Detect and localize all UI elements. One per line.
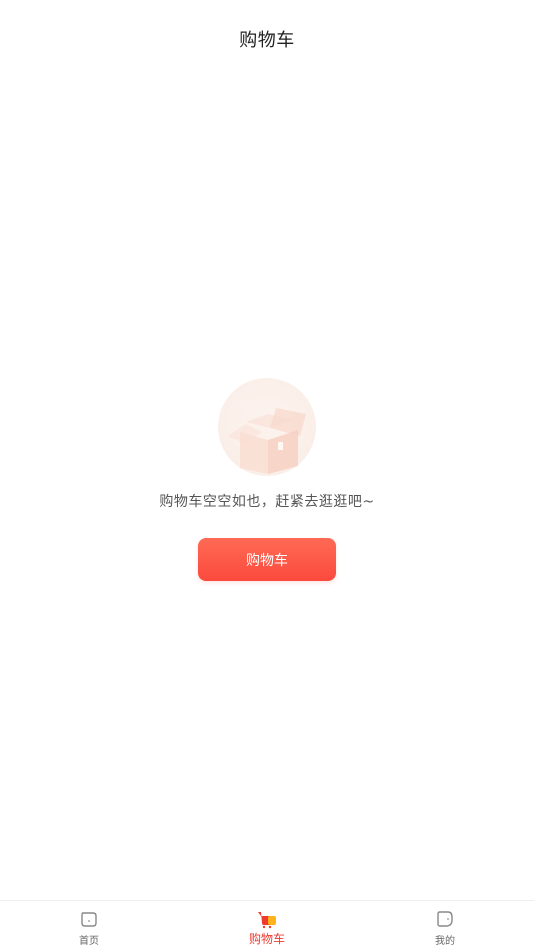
empty-cart-message: 购物车空空如也，赶紧去逛逛吧~ xyxy=(159,494,375,510)
empty-box-icon xyxy=(218,378,316,476)
cart-page: 购物车 购物车空空如也，赶紧去逛逛吧~ 购物车 首页 购物车 我的 xyxy=(0,0,534,951)
tab-home[interactable]: 首页 xyxy=(14,901,164,951)
bottom-tab-bar: 首页 购物车 我的 xyxy=(0,900,534,951)
page-header: 购物车 xyxy=(0,0,534,78)
profile-icon xyxy=(435,909,455,929)
home-icon xyxy=(79,909,99,929)
tab-cart-label: 购物车 xyxy=(248,932,285,946)
tab-profile-label: 我的 xyxy=(435,936,455,947)
page-title: 购物车 xyxy=(239,30,295,51)
cart-icon xyxy=(257,909,277,929)
tab-profile[interactable]: 我的 xyxy=(370,901,520,951)
tab-cart[interactable]: 购物车 xyxy=(192,901,342,951)
go-shopping-button[interactable]: 购物车 xyxy=(198,538,336,581)
empty-cart-state: 购物车空空如也，赶紧去逛逛吧~ 购物车 xyxy=(0,378,534,581)
tab-home-label: 首页 xyxy=(79,936,99,947)
